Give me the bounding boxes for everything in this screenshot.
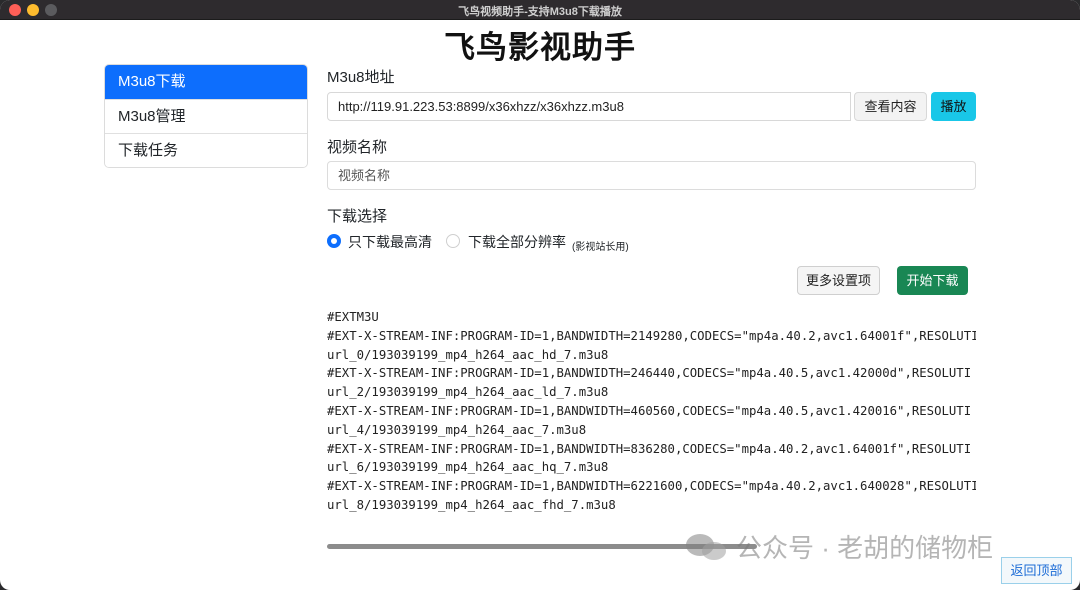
app-title: 飞鸟影视助手: [444, 30, 636, 65]
radio-all-resolutions-label[interactable]: 下载全部分辨率: [468, 232, 566, 252]
m3u8-line: #EXT-X-STREAM-INF:PROGRAM-ID=1,BANDWIDTH…: [327, 479, 976, 494]
radio-all-resolutions[interactable]: [446, 234, 460, 248]
m3u8-content: #EXTM3U #EXT-X-STREAM-INF:PROGRAM-ID=1,B…: [327, 308, 976, 534]
radio-best-quality[interactable]: [327, 234, 341, 248]
m3u8-line: #EXT-X-STREAM-INF:PROGRAM-ID=1,BANDWIDTH…: [327, 328, 976, 343]
m3u8-line: #EXT-X-STREAM-INF:PROGRAM-ID=1,BANDWIDTH…: [327, 441, 972, 456]
app-window: 飞鸟视频助手-支持M3u8下载播放 飞鸟影视助手 M3u8下载 M3u8管理 下…: [0, 0, 1080, 590]
sidebar-item-m3u8-manage[interactable]: M3u8管理: [105, 99, 307, 133]
m3u8-line: url_6/193039199_mp4_h264_aac_hq_7.m3u8: [327, 460, 609, 475]
m3u8-line: #EXT-X-STREAM-INF:PROGRAM-ID=1,BANDWIDTH…: [327, 366, 972, 381]
sidebar-item-download-tasks[interactable]: 下载任务: [105, 133, 307, 167]
sidebar-item-m3u8-download[interactable]: M3u8下载: [105, 65, 307, 99]
more-settings-button[interactable]: 更多设置项: [797, 266, 880, 295]
m3u8-line: url_8/193039199_mp4_h264_aac_fhd_7.m3u8: [327, 497, 616, 512]
start-download-button[interactable]: 开始下载: [897, 266, 968, 295]
m3u8-line: url_2/193039199_mp4_h264_aac_ld_7.m3u8: [327, 385, 609, 400]
download-select-label: 下载选择: [327, 208, 388, 225]
download-options: 只下载最高清 下载全部分辨率 (影视站长用): [327, 232, 976, 253]
window-titlebar: 飞鸟视频助手-支持M3u8下载播放: [0, 0, 1080, 20]
radio-all-resolutions-note: (影视站长用): [572, 242, 629, 253]
play-button[interactable]: 播放: [931, 92, 976, 121]
m3u8-line: url_4/193039199_mp4_h264_aac_7.m3u8: [327, 422, 587, 437]
watermark-text: 公众号 · 老胡的储物柜: [736, 533, 994, 563]
sidebar: M3u8下载 M3u8管理 下载任务: [104, 64, 308, 168]
m3u8-line: url_0/193039199_mp4_h264_aac_hd_7.m3u8: [327, 347, 609, 362]
m3u8-line: #EXT-X-STREAM-INF:PROGRAM-ID=1,BANDWIDTH…: [327, 403, 972, 418]
watermark: 公众号 · 老胡的储物柜: [686, 528, 994, 563]
video-name-label: 视频名称: [327, 139, 388, 156]
back-to-top-button[interactable]: 返回顶部: [1001, 557, 1072, 584]
wechat-icon: [686, 532, 730, 560]
m3u8-url-input[interactable]: http://119.91.223.53:8899/x36xhzz/x36xhz…: [327, 92, 851, 121]
radio-best-quality-label[interactable]: 只下载最高清: [348, 232, 432, 252]
window-title: 飞鸟视频助手-支持M3u8下载播放: [458, 6, 622, 18]
view-content-button[interactable]: 查看内容: [854, 92, 927, 121]
url-label: M3u8地址: [327, 69, 395, 86]
m3u8-line: #EXTM3U: [327, 310, 379, 324]
video-name-input[interactable]: 视频名称: [327, 161, 976, 190]
